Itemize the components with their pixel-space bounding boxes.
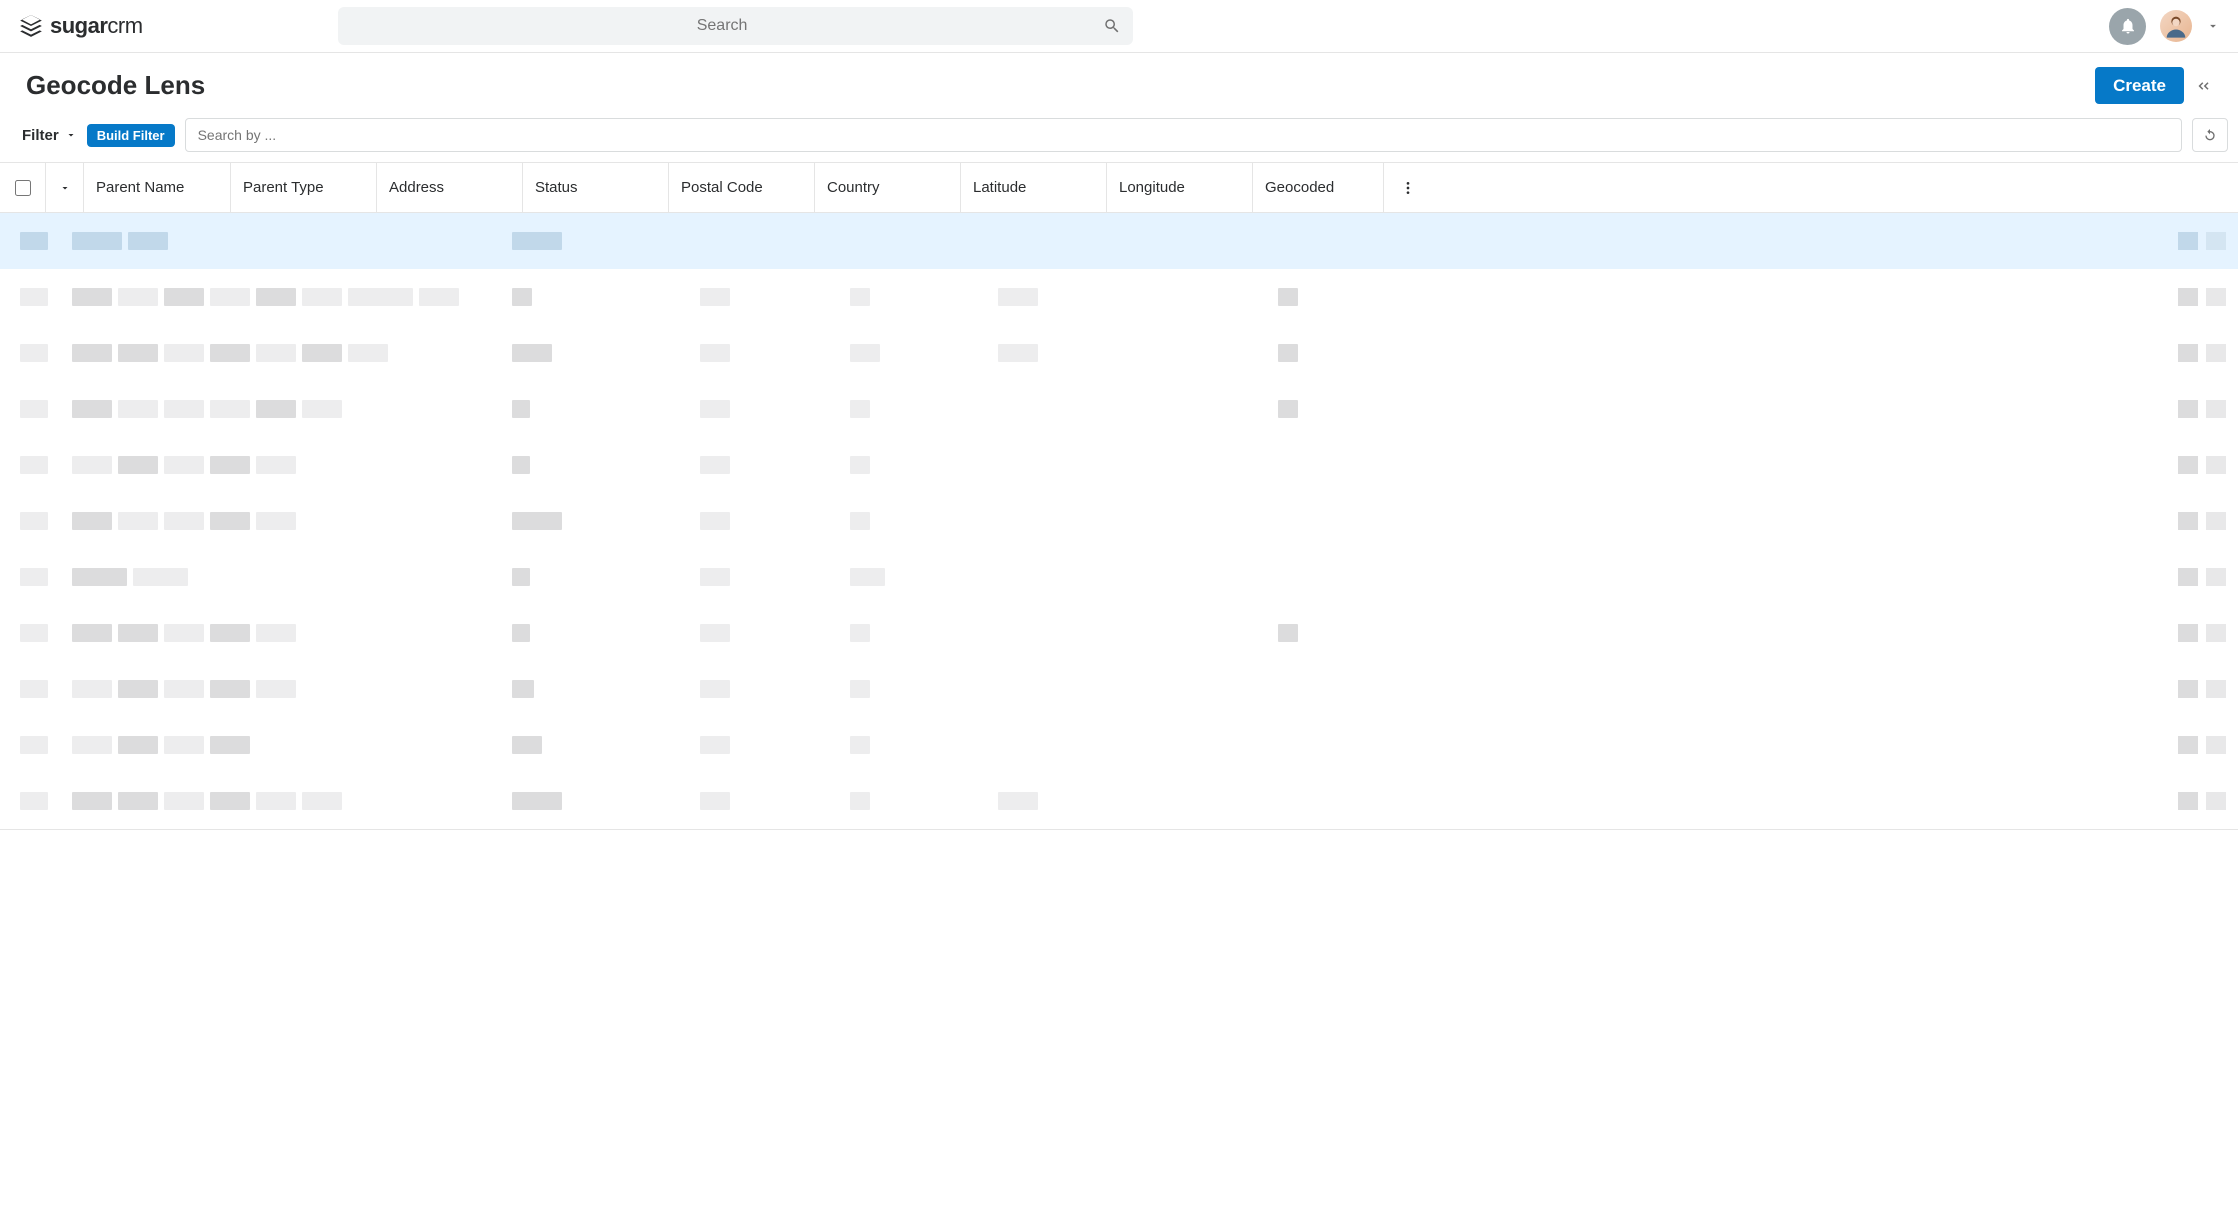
col-parent-name[interactable]: Parent Name — [84, 163, 231, 212]
global-search[interactable] — [338, 7, 1133, 45]
chevron-down-icon[interactable] — [2206, 19, 2220, 33]
column-options-button[interactable] — [1384, 163, 1432, 212]
col-postal-code[interactable]: Postal Code — [669, 163, 815, 212]
notifications-button[interactable] — [2109, 8, 2146, 45]
table-row[interactable] — [0, 549, 2238, 605]
grid-header: Parent Name Parent Type Address Status P… — [0, 163, 2238, 213]
page-title: Geocode Lens — [26, 70, 205, 101]
brand-text: sugarcrm — [50, 13, 143, 39]
table-row[interactable] — [0, 325, 2238, 381]
select-all-cell[interactable] — [0, 163, 46, 212]
col-geocoded[interactable]: Geocoded — [1253, 163, 1384, 212]
col-latitude[interactable]: Latitude — [961, 163, 1107, 212]
col-address[interactable]: Address — [377, 163, 523, 212]
filter-search-input[interactable] — [185, 118, 2182, 152]
brand-logo[interactable]: sugarcrm — [18, 13, 143, 39]
create-button[interactable]: Create — [2095, 67, 2184, 104]
row-actions-dropdown-header[interactable] — [46, 163, 84, 212]
person-icon — [2162, 12, 2190, 40]
table-row[interactable] — [0, 213, 2238, 269]
table-row[interactable] — [0, 661, 2238, 717]
chevron-down-icon — [59, 182, 71, 194]
chevrons-left-icon — [2194, 77, 2212, 95]
build-filter-button[interactable]: Build Filter — [87, 124, 175, 147]
collapse-panel-button[interactable] — [2194, 77, 2212, 95]
stack-icon — [18, 13, 44, 39]
col-status[interactable]: Status — [523, 163, 669, 212]
table-row[interactable] — [0, 773, 2238, 829]
kebab-icon — [1400, 180, 1416, 196]
col-country[interactable]: Country — [815, 163, 961, 212]
filter-label: Filter — [22, 127, 59, 144]
chevron-down-icon — [65, 129, 77, 141]
table-row[interactable] — [0, 269, 2238, 325]
select-all-checkbox[interactable] — [15, 180, 31, 196]
col-longitude[interactable]: Longitude — [1107, 163, 1253, 212]
table-row[interactable] — [0, 381, 2238, 437]
refresh-button[interactable] — [2192, 118, 2228, 152]
search-icon[interactable] — [1103, 17, 1121, 35]
global-search-input[interactable] — [338, 7, 1133, 45]
table-row[interactable] — [0, 493, 2238, 549]
table-row[interactable] — [0, 717, 2238, 773]
table-row[interactable] — [0, 437, 2238, 493]
table-row[interactable] — [0, 605, 2238, 661]
refresh-icon — [2202, 127, 2218, 143]
user-avatar[interactable] — [2160, 10, 2192, 42]
col-parent-type[interactable]: Parent Type — [231, 163, 377, 212]
filter-dropdown[interactable]: Filter — [22, 127, 77, 144]
data-grid: Parent Name Parent Type Address Status P… — [0, 162, 2238, 830]
bell-icon — [2119, 17, 2137, 35]
